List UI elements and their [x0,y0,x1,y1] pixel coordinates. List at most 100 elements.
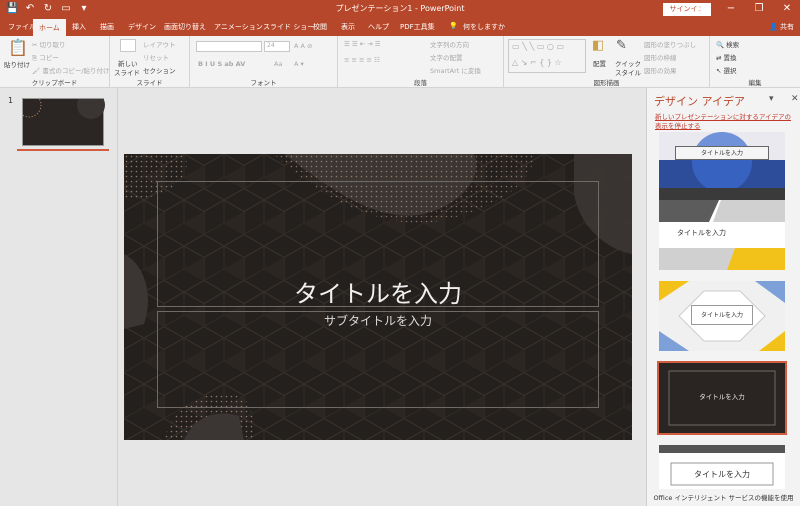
search-icon: 🔍 [716,41,727,49]
arrange-button[interactable]: 配置 [593,58,606,68]
card-title: タイトルを入力 [691,305,753,325]
section-button[interactable]: セクション [143,65,176,75]
smartart-button[interactable]: SmartArt に変換 [430,65,481,75]
tab-file[interactable]: ファイル [8,22,36,32]
text-direction-button[interactable]: 文字列の方向 [430,39,469,49]
copy-button[interactable]: ⎘ コピー [32,52,59,63]
slide-title[interactable]: タイトルを入力 [157,274,599,309]
paste-icon[interactable]: 📋 [8,38,28,57]
cut-label: 切り取り [39,41,66,49]
shapes-icon: ▭ ╲ ╲ ▭ ○ ▭ [512,42,565,51]
slide-subtitle[interactable]: サブタイトルを入力 [157,312,599,329]
align-buttons[interactable]: ≡ ≡ ≡ ≡ ☷ [344,56,380,64]
find-label: 検索 [726,41,740,49]
arrange-icon[interactable]: ◧ [592,38,604,53]
design-pane-title: デザイン アイデア [654,95,745,108]
clipboard-group-label: クリップボード [31,79,78,87]
tab-design[interactable]: デザイン [128,22,156,32]
replace-button[interactable]: ⇄ 置換 [716,52,737,62]
tab-review[interactable]: 校閲 [313,22,327,32]
tab-pdf-tools[interactable]: PDF工具集 [400,22,435,32]
quick-styles-icon[interactable]: ✎ [616,38,627,53]
font-color-icon[interactable]: A ▾ [294,60,304,68]
align-text-button[interactable]: 文字の配置 [430,52,463,62]
lightbulb-icon: 💡 [449,22,458,30]
slide-canvas: タイトルを入力 サブタイトルを入力 [118,88,646,506]
cut-button[interactable]: ✂ 切り取り [32,39,66,49]
minimize-icon[interactable]: − [724,2,738,16]
change-case-button[interactable]: Aa [274,60,282,68]
restore-icon[interactable]: ❐ [752,2,766,16]
pane-options-icon[interactable]: ▾ [769,94,774,104]
font-name-input[interactable] [196,41,262,52]
font-size-input[interactable]: 24 [264,41,290,52]
tab-slideshow[interactable]: スライド ショー [263,22,314,32]
card-title: タイトルを入力 [699,393,745,401]
replace-icon: ⇄ [716,54,724,62]
replace-label: 置換 [723,54,737,62]
close-icon[interactable]: ✕ [780,2,794,16]
tab-view[interactable]: 表示 [341,22,355,32]
share-button[interactable]: 👤 共有 [769,22,794,32]
format-painter-button[interactable]: 🖌 書式のコピー/貼り付け [32,65,110,75]
editing-group: 🔍 検索 ⇄ 置換 ↖ 選択 編集 [710,36,800,88]
card-title: タイトルを入力 [694,470,750,479]
font-group: 24 A A ⊘ B I U S ab AV Aa A ▾ フォント [190,36,338,88]
grow-shrink-font-icon[interactable]: A A ⊘ [294,42,312,50]
ribbon-display-icon[interactable]: ▣ [696,2,710,16]
slide[interactable]: タイトルを入力 サブタイトルを入力 [124,154,632,440]
tab-insert[interactable]: 挿入 [72,22,86,32]
format-buttons[interactable]: B I U S ab AV [198,60,245,68]
shape-fill-button[interactable]: 図形の塗りつぶし [644,39,696,49]
reset-button[interactable]: リセット [143,52,169,62]
slide-thumbnail[interactable] [16,91,105,146]
quick-styles-label-2[interactable]: スタイル [615,67,641,77]
window-controls: ▣ − ❐ ✕ [696,2,794,16]
title-bar: 💾 ↶ ↻ ▭ ▾ プレゼンテーション1 - PowerPoint サインイン … [0,0,800,19]
paragraph-group-label: 段落 [414,79,427,87]
scissors-icon: ✂ [32,41,40,49]
slides-group: 新しい スライド レイアウト リセット セクション スライド [110,36,190,88]
font-group-label: フォント [250,79,277,87]
design-idea-card[interactable]: タイトルを入力 [659,132,785,202]
clipboard-group: 📋 貼り付け ✂ 切り取り ⎘ コピー 🖌 書式のコピー/貼り付け クリップボー… [0,36,110,88]
design-ideas-pane: デザイン アイデア ▾ ✕ 新しいプレゼンテーションに対するアイデアの表示を停止… [646,88,800,506]
editing-group-label: 編集 [748,79,762,87]
ribbon-tabs: ファイル ホーム 挿入 描画 デザイン 画面切り替え アニメーション スライド … [0,19,800,36]
shape-effects-button[interactable]: 図形の効果 [644,65,677,75]
slide-thumbnail-pane: 1 [0,88,118,506]
find-button[interactable]: 🔍 検索 [716,39,739,49]
layout-button[interactable]: レイアウト [143,39,176,49]
tab-transitions[interactable]: 画面切り替え [164,22,206,32]
stop-ideas-link[interactable]: 新しいプレゼンテーションに対するアイデアの表示を停止する [655,113,797,131]
design-idea-card[interactable]: タイトルを入力 [659,281,785,351]
design-idea-card-selected[interactable]: タイトルを入力 [657,361,787,435]
drawing-group: ▭ ╲ ╲ ▭ ○ ▭ △ ↘ ⌐ { } ☆ ◧ 配置 ✎ クイック スタイル… [504,36,710,88]
tell-me-search[interactable]: 何をしますか [463,22,505,32]
tab-help[interactable]: ヘルプ [368,22,389,32]
new-slide-label-2[interactable]: スライド [114,67,140,77]
pane-close-icon[interactable]: ✕ [791,94,799,104]
list-buttons[interactable]: ☰ ☰ ⇤ ⇥ ☰ [344,40,381,48]
tab-draw[interactable]: 描画 [100,22,114,32]
card-title: タイトルを入力 [677,229,726,237]
format-painter-label: 書式のコピー/貼り付け [42,67,110,75]
tab-home[interactable]: ホーム [33,19,66,36]
select-label: 選択 [723,67,737,75]
share-label: 共有 [780,23,794,31]
select-button[interactable]: ↖ 選択 [716,65,737,75]
slide-number: 1 [8,96,14,105]
drawing-group-label: 図形描画 [593,79,620,87]
slides-group-label: スライド [136,79,163,87]
paragraph-group: ☰ ☰ ⇤ ⇥ ☰ ≡ ≡ ≡ ≡ ☷ 文字列の方向 文字の配置 SmartAr… [338,36,504,88]
shape-outline-button[interactable]: 図形の枠線 [644,52,677,62]
tab-animations[interactable]: アニメーション [214,22,263,32]
design-pane-footer: Office インテリジェント サービスの機能を使用 [647,489,800,502]
paste-button[interactable]: 貼り付け [4,59,30,69]
card-title: タイトルを入力 [675,146,769,160]
copy-label: コピー [39,54,59,62]
shapes-icon-row2: △ ↘ ⌐ { } ☆ [512,58,562,67]
design-idea-card[interactable]: タイトルを入力 [659,200,785,270]
new-slide-icon[interactable] [120,39,136,52]
ribbon: 📋 貼り付け ✂ 切り取り ⎘ コピー 🖌 書式のコピー/貼り付け クリップボー… [0,36,800,88]
